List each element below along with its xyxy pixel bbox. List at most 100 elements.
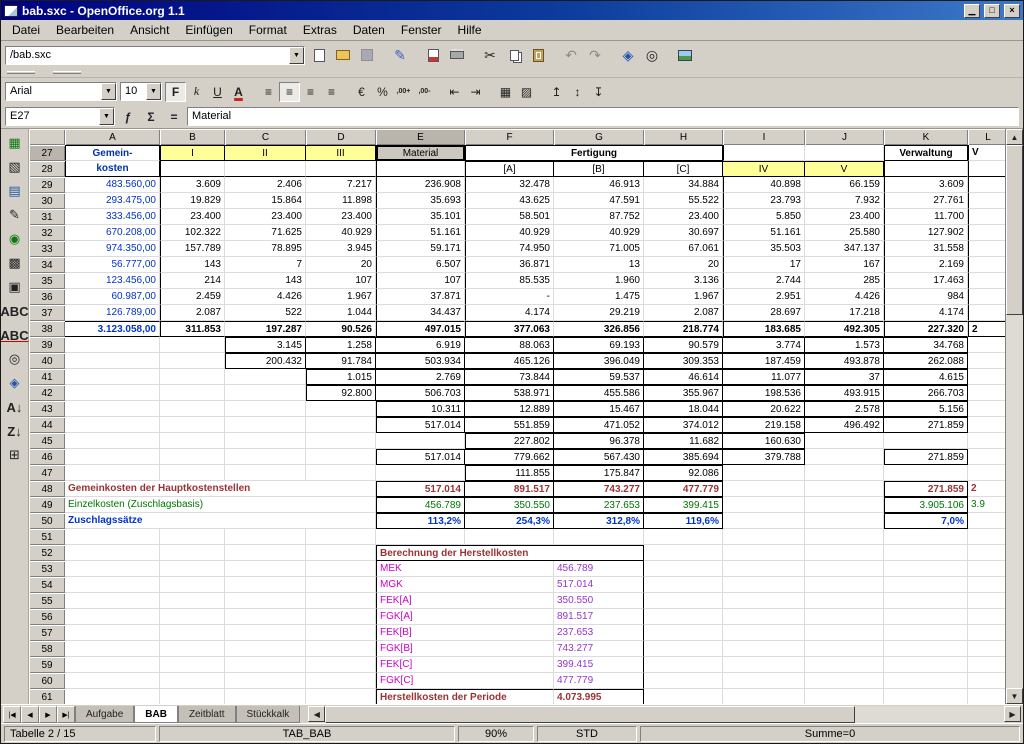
- cell-D40[interactable]: 91.784: [306, 353, 376, 369]
- cell-D35[interactable]: 107: [306, 273, 376, 289]
- align-top-button[interactable]: ↥: [546, 82, 567, 102]
- cell-D31[interactable]: 23.400: [306, 209, 376, 225]
- row-header-49[interactable]: 49: [29, 497, 65, 513]
- cell-H43[interactable]: 18.044: [644, 401, 723, 417]
- cell-D41[interactable]: 1.015: [306, 369, 376, 385]
- vertical-scrollbar[interactable]: ▲ ▼: [1005, 129, 1023, 704]
- copy-icon[interactable]: [502, 44, 526, 67]
- cell-C32[interactable]: 71.625: [225, 225, 306, 241]
- cell-A43[interactable]: [65, 401, 160, 417]
- cell-D30[interactable]: 11.898: [306, 193, 376, 209]
- cell-I60[interactable]: [723, 673, 805, 689]
- cell-C36[interactable]: 4.426: [225, 289, 306, 305]
- cell-L32[interactable]: [968, 225, 1005, 241]
- cell-J48[interactable]: [805, 481, 884, 497]
- cell-H32[interactable]: 30.697: [644, 225, 723, 241]
- export-pdf-icon[interactable]: [421, 44, 445, 67]
- cell-H31[interactable]: 23.400: [644, 209, 723, 225]
- cell-L33[interactable]: [968, 241, 1005, 257]
- row-header-31[interactable]: 31: [29, 209, 65, 225]
- cell-D36[interactable]: 1.967: [306, 289, 376, 305]
- cell-B36[interactable]: 2.459: [160, 289, 225, 305]
- cell-B38[interactable]: 311.853: [160, 321, 225, 337]
- cell-reference-dropdown-button[interactable]: ▼: [99, 108, 114, 125]
- cell-D55[interactable]: [306, 593, 376, 609]
- sheet-tab-stückkalk[interactable]: Stückkalk: [236, 706, 301, 723]
- cell-J42[interactable]: 493.915: [805, 385, 884, 401]
- cell-F51[interactable]: [465, 529, 554, 545]
- cell-L31[interactable]: [968, 209, 1005, 225]
- paste-icon[interactable]: [526, 44, 550, 67]
- cell-F45[interactable]: 227.802: [465, 433, 554, 449]
- cell-G34[interactable]: 13: [554, 257, 644, 273]
- row-header-34[interactable]: 34: [29, 257, 65, 273]
- cell-K55[interactable]: [884, 593, 968, 609]
- find-replace-icon[interactable]: ◎: [3, 348, 27, 370]
- menu-format[interactable]: Format: [241, 21, 295, 39]
- cell-E50[interactable]: 113,2%: [376, 513, 465, 529]
- cell-L47[interactable]: [968, 465, 1005, 481]
- row-header-45[interactable]: 45: [29, 433, 65, 449]
- cell-H40[interactable]: 309.353: [644, 353, 723, 369]
- cell-K49[interactable]: 3.905.106: [884, 497, 968, 513]
- row-header-27[interactable]: 27: [29, 145, 65, 161]
- cell-E47[interactable]: [376, 465, 465, 481]
- cell-D60[interactable]: [306, 673, 376, 689]
- cell-E28[interactable]: [376, 161, 465, 177]
- cell-C51[interactable]: [225, 529, 306, 545]
- cell-E56[interactable]: FGK[A]: [376, 609, 554, 625]
- cell-K33[interactable]: 31.558: [884, 241, 968, 257]
- cell-G51[interactable]: [554, 529, 644, 545]
- cell-C46[interactable]: [225, 449, 306, 465]
- font-size-combo[interactable]: 10 ▼: [120, 82, 162, 101]
- cell-D53[interactable]: [306, 561, 376, 577]
- cell-A51[interactable]: [65, 529, 160, 545]
- cell-F35[interactable]: 85.535: [465, 273, 554, 289]
- cell-J35[interactable]: 285: [805, 273, 884, 289]
- next-sheet-button[interactable]: ▶: [39, 706, 57, 723]
- cell-C29[interactable]: 2.406: [225, 177, 306, 193]
- cell-B41[interactable]: [160, 369, 225, 385]
- cell-F50[interactable]: 254,3%: [465, 513, 554, 529]
- cell-H52[interactable]: [644, 545, 723, 561]
- decrease-indent-button[interactable]: ⇤: [444, 82, 465, 102]
- column-header-B[interactable]: B: [160, 129, 225, 145]
- cell-I38[interactable]: 183.685: [723, 321, 805, 337]
- cell-D45[interactable]: [306, 433, 376, 449]
- cell-G29[interactable]: 46.913: [554, 177, 644, 193]
- cell-B37[interactable]: 2.087: [160, 305, 225, 321]
- cell-I53[interactable]: [723, 561, 805, 577]
- cell-K46[interactable]: 271.859: [884, 449, 968, 465]
- cell-G31[interactable]: 87.752: [554, 209, 644, 225]
- maximize-button[interactable]: □: [984, 4, 1000, 18]
- cell-C33[interactable]: 78.895: [225, 241, 306, 257]
- choose-themes-icon[interactable]: ▣: [3, 276, 27, 298]
- cell-J46[interactable]: [805, 449, 884, 465]
- cell-reference-box[interactable]: E27 ▼: [5, 107, 115, 126]
- application-icon[interactable]: [4, 5, 18, 17]
- row-header-41[interactable]: 41: [29, 369, 65, 385]
- function-wizard-button[interactable]: ƒ: [118, 107, 138, 126]
- cell-J32[interactable]: 25.580: [805, 225, 884, 241]
- cell-A40[interactable]: [65, 353, 160, 369]
- cell-K61[interactable]: [884, 689, 968, 704]
- cell-J52[interactable]: [805, 545, 884, 561]
- row-header-59[interactable]: 59: [29, 657, 65, 673]
- sum-button[interactable]: Σ: [141, 107, 161, 126]
- cell-I58[interactable]: [723, 641, 805, 657]
- toolbar-grip[interactable]: [53, 71, 81, 74]
- cell-I45[interactable]: 160.630: [723, 433, 805, 449]
- cell-A29[interactable]: 483.560,00: [65, 177, 160, 193]
- cell-A44[interactable]: [65, 417, 160, 433]
- cell-I51[interactable]: [723, 529, 805, 545]
- cell-H49[interactable]: 399.415: [644, 497, 723, 513]
- cell-E61[interactable]: Herstellkosten der Periode: [376, 689, 554, 704]
- autoformat-icon[interactable]: ▩: [3, 252, 27, 274]
- cell-L53[interactable]: [968, 561, 1005, 577]
- cell-G36[interactable]: 1.475: [554, 289, 644, 305]
- font-size-field[interactable]: 10: [121, 83, 146, 100]
- cell-G42[interactable]: 455.586: [554, 385, 644, 401]
- cell-G58[interactable]: 743.277: [554, 641, 644, 657]
- row-header-36[interactable]: 36: [29, 289, 65, 305]
- cell-B59[interactable]: [160, 657, 225, 673]
